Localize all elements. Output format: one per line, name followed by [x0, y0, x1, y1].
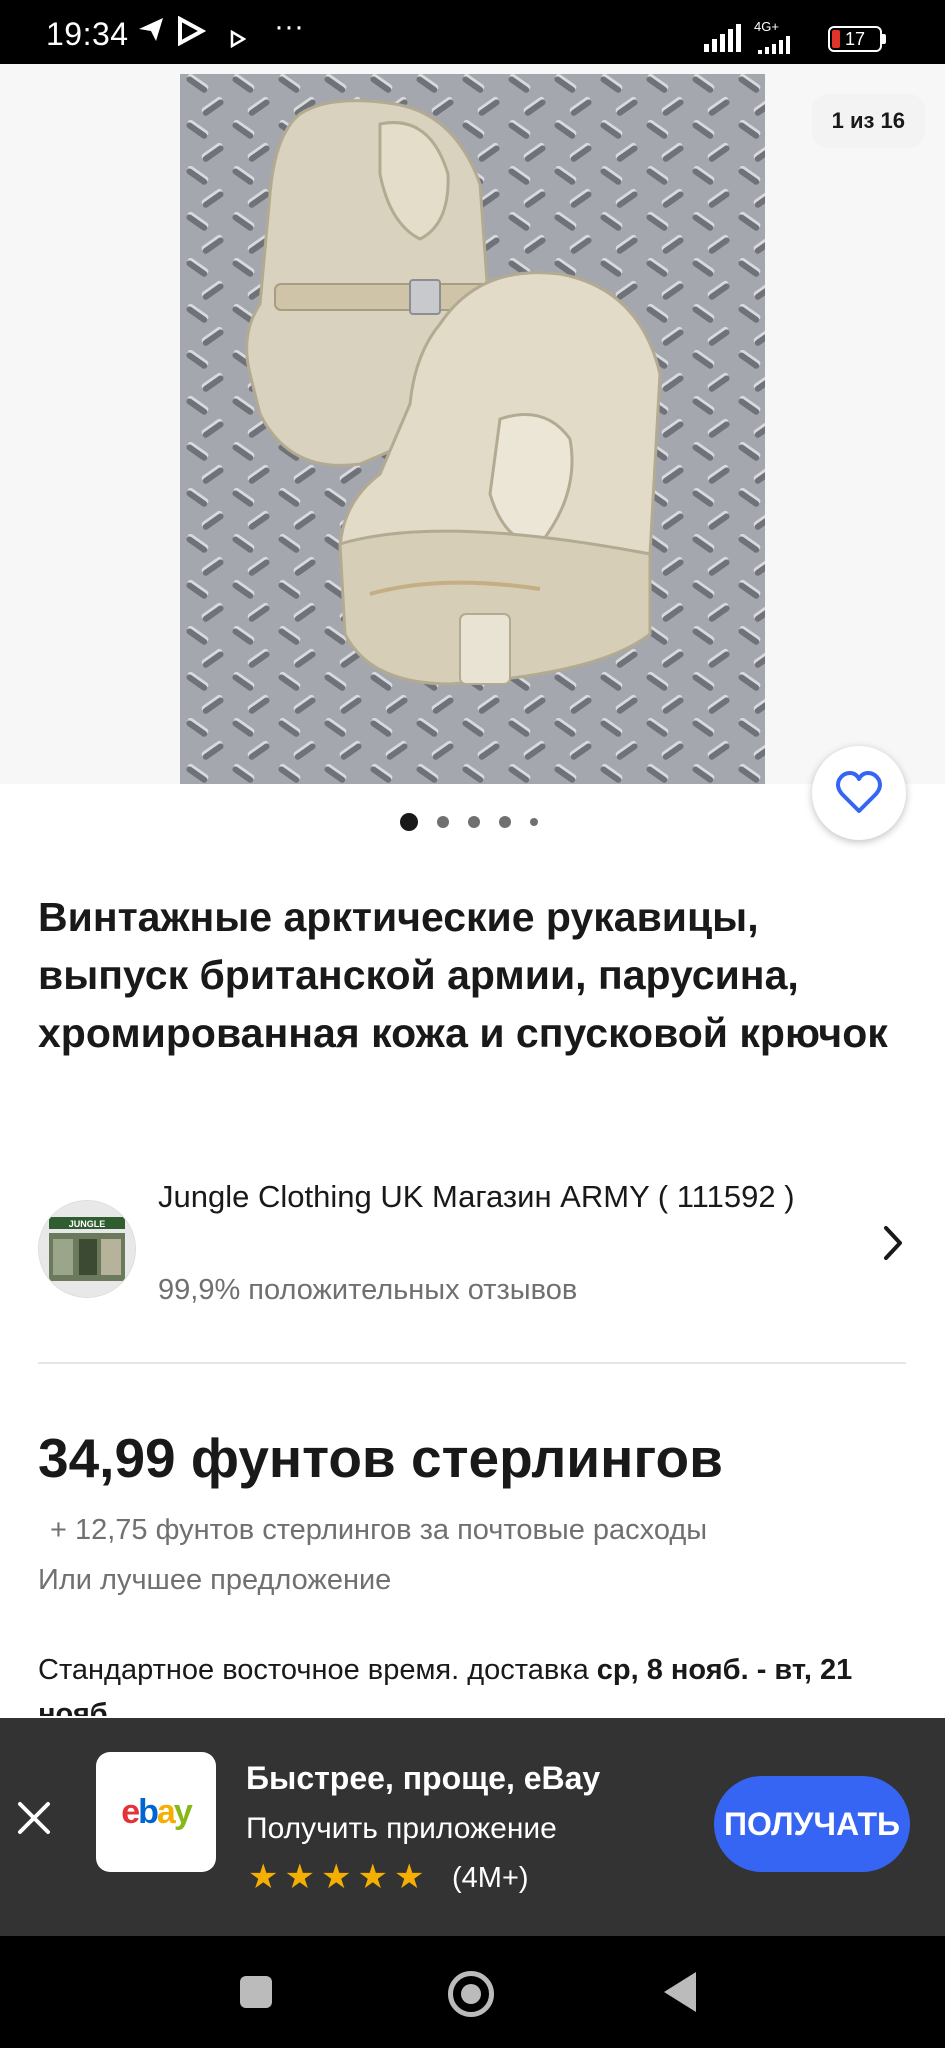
delivery-info: Стандартное восточное время. доставка ср… [38, 1648, 908, 1716]
delivery-prefix: Стандартное восточное время. доставка [38, 1654, 597, 1686]
shipping-cost: + 12,75 фунтов стерлингов за почтовые ра… [50, 1514, 708, 1546]
review-count: (4M+) [452, 1862, 529, 1894]
play-store-icon [176, 15, 207, 54]
logo-letter-e: e [121, 1792, 140, 1831]
ebay-logo: ebay [96, 1752, 216, 1872]
signal-icon [704, 20, 741, 52]
back-button[interactable] [664, 1972, 696, 2012]
pagination-dot[interactable] [468, 816, 480, 828]
image-gallery[interactable]: 1 из 16 [0, 64, 945, 784]
best-offer-text: Или лучшее предложение [38, 1564, 392, 1596]
battery-level: 17 [844, 29, 866, 49]
gallery-pagination [400, 812, 538, 832]
network-type: 4G+ [754, 19, 779, 34]
seller-feedback: 99,9% положительных отзывов [158, 1274, 578, 1306]
seller-name[interactable]: Jungle Clothing UK Магазин ARMY ( 111592… [158, 1172, 898, 1222]
product-photo[interactable] [180, 74, 765, 784]
rating-stars: ★ ★ ★ ★ ★ [248, 1860, 424, 1894]
banner-title: Быстрее, проще, eBay [246, 1760, 601, 1796]
pagination-dot[interactable] [437, 816, 449, 828]
chevron-right-icon[interactable] [878, 1218, 908, 1268]
star-icon: ★ [284, 1858, 315, 1896]
divider [38, 1362, 906, 1364]
system-nav-bar [0, 1936, 945, 2048]
status-bar: 19:34 ··· 4G+ 17 [0, 0, 945, 64]
app-install-banner: ebay Быстрее, проще, eBay Получить прило… [0, 1718, 945, 1936]
pagination-dot[interactable] [530, 818, 538, 826]
listing-title: Винтажные арктические рукавицы, выпуск б… [38, 894, 888, 1056]
play-icon [230, 22, 247, 56]
signal-2-icon [758, 36, 790, 54]
pagination-dot[interactable] [400, 813, 418, 831]
close-icon[interactable] [14, 1798, 54, 1838]
get-app-button[interactable]: ПОЛУЧАТЬ [714, 1776, 910, 1872]
home-button[interactable] [448, 1971, 494, 2017]
avatar-logo-text: JUNGLE [69, 1219, 106, 1229]
image-counter: 1 из 16 [811, 94, 925, 148]
more-notifications-icon: ··· [274, 10, 304, 43]
star-icon: ★ [248, 1858, 279, 1896]
status-time: 19:34 [46, 16, 129, 52]
heart-icon [836, 771, 882, 813]
watch-button[interactable] [812, 746, 906, 840]
star-icon: ★ [393, 1858, 425, 1896]
seller-avatar: JUNGLE [38, 1200, 136, 1298]
seller-card[interactable]: JUNGLE Jungle Clothing UK Магазин ARMY (… [38, 1172, 908, 1320]
banner-subtitle: Получить приложение [246, 1812, 557, 1845]
logo-letter-a: a [156, 1792, 176, 1831]
battery-icon: 17 [828, 26, 882, 52]
star-icon: ★ [320, 1858, 352, 1896]
price: 34,99 фунтов стерлингов [38, 1427, 723, 1489]
send-icon [136, 14, 166, 52]
pagination-dot[interactable] [499, 816, 511, 828]
recents-button[interactable] [240, 1976, 272, 2008]
logo-letter-b: b [138, 1792, 159, 1831]
logo-letter-y: y [173, 1792, 193, 1831]
star-icon: ★ [357, 1858, 388, 1896]
